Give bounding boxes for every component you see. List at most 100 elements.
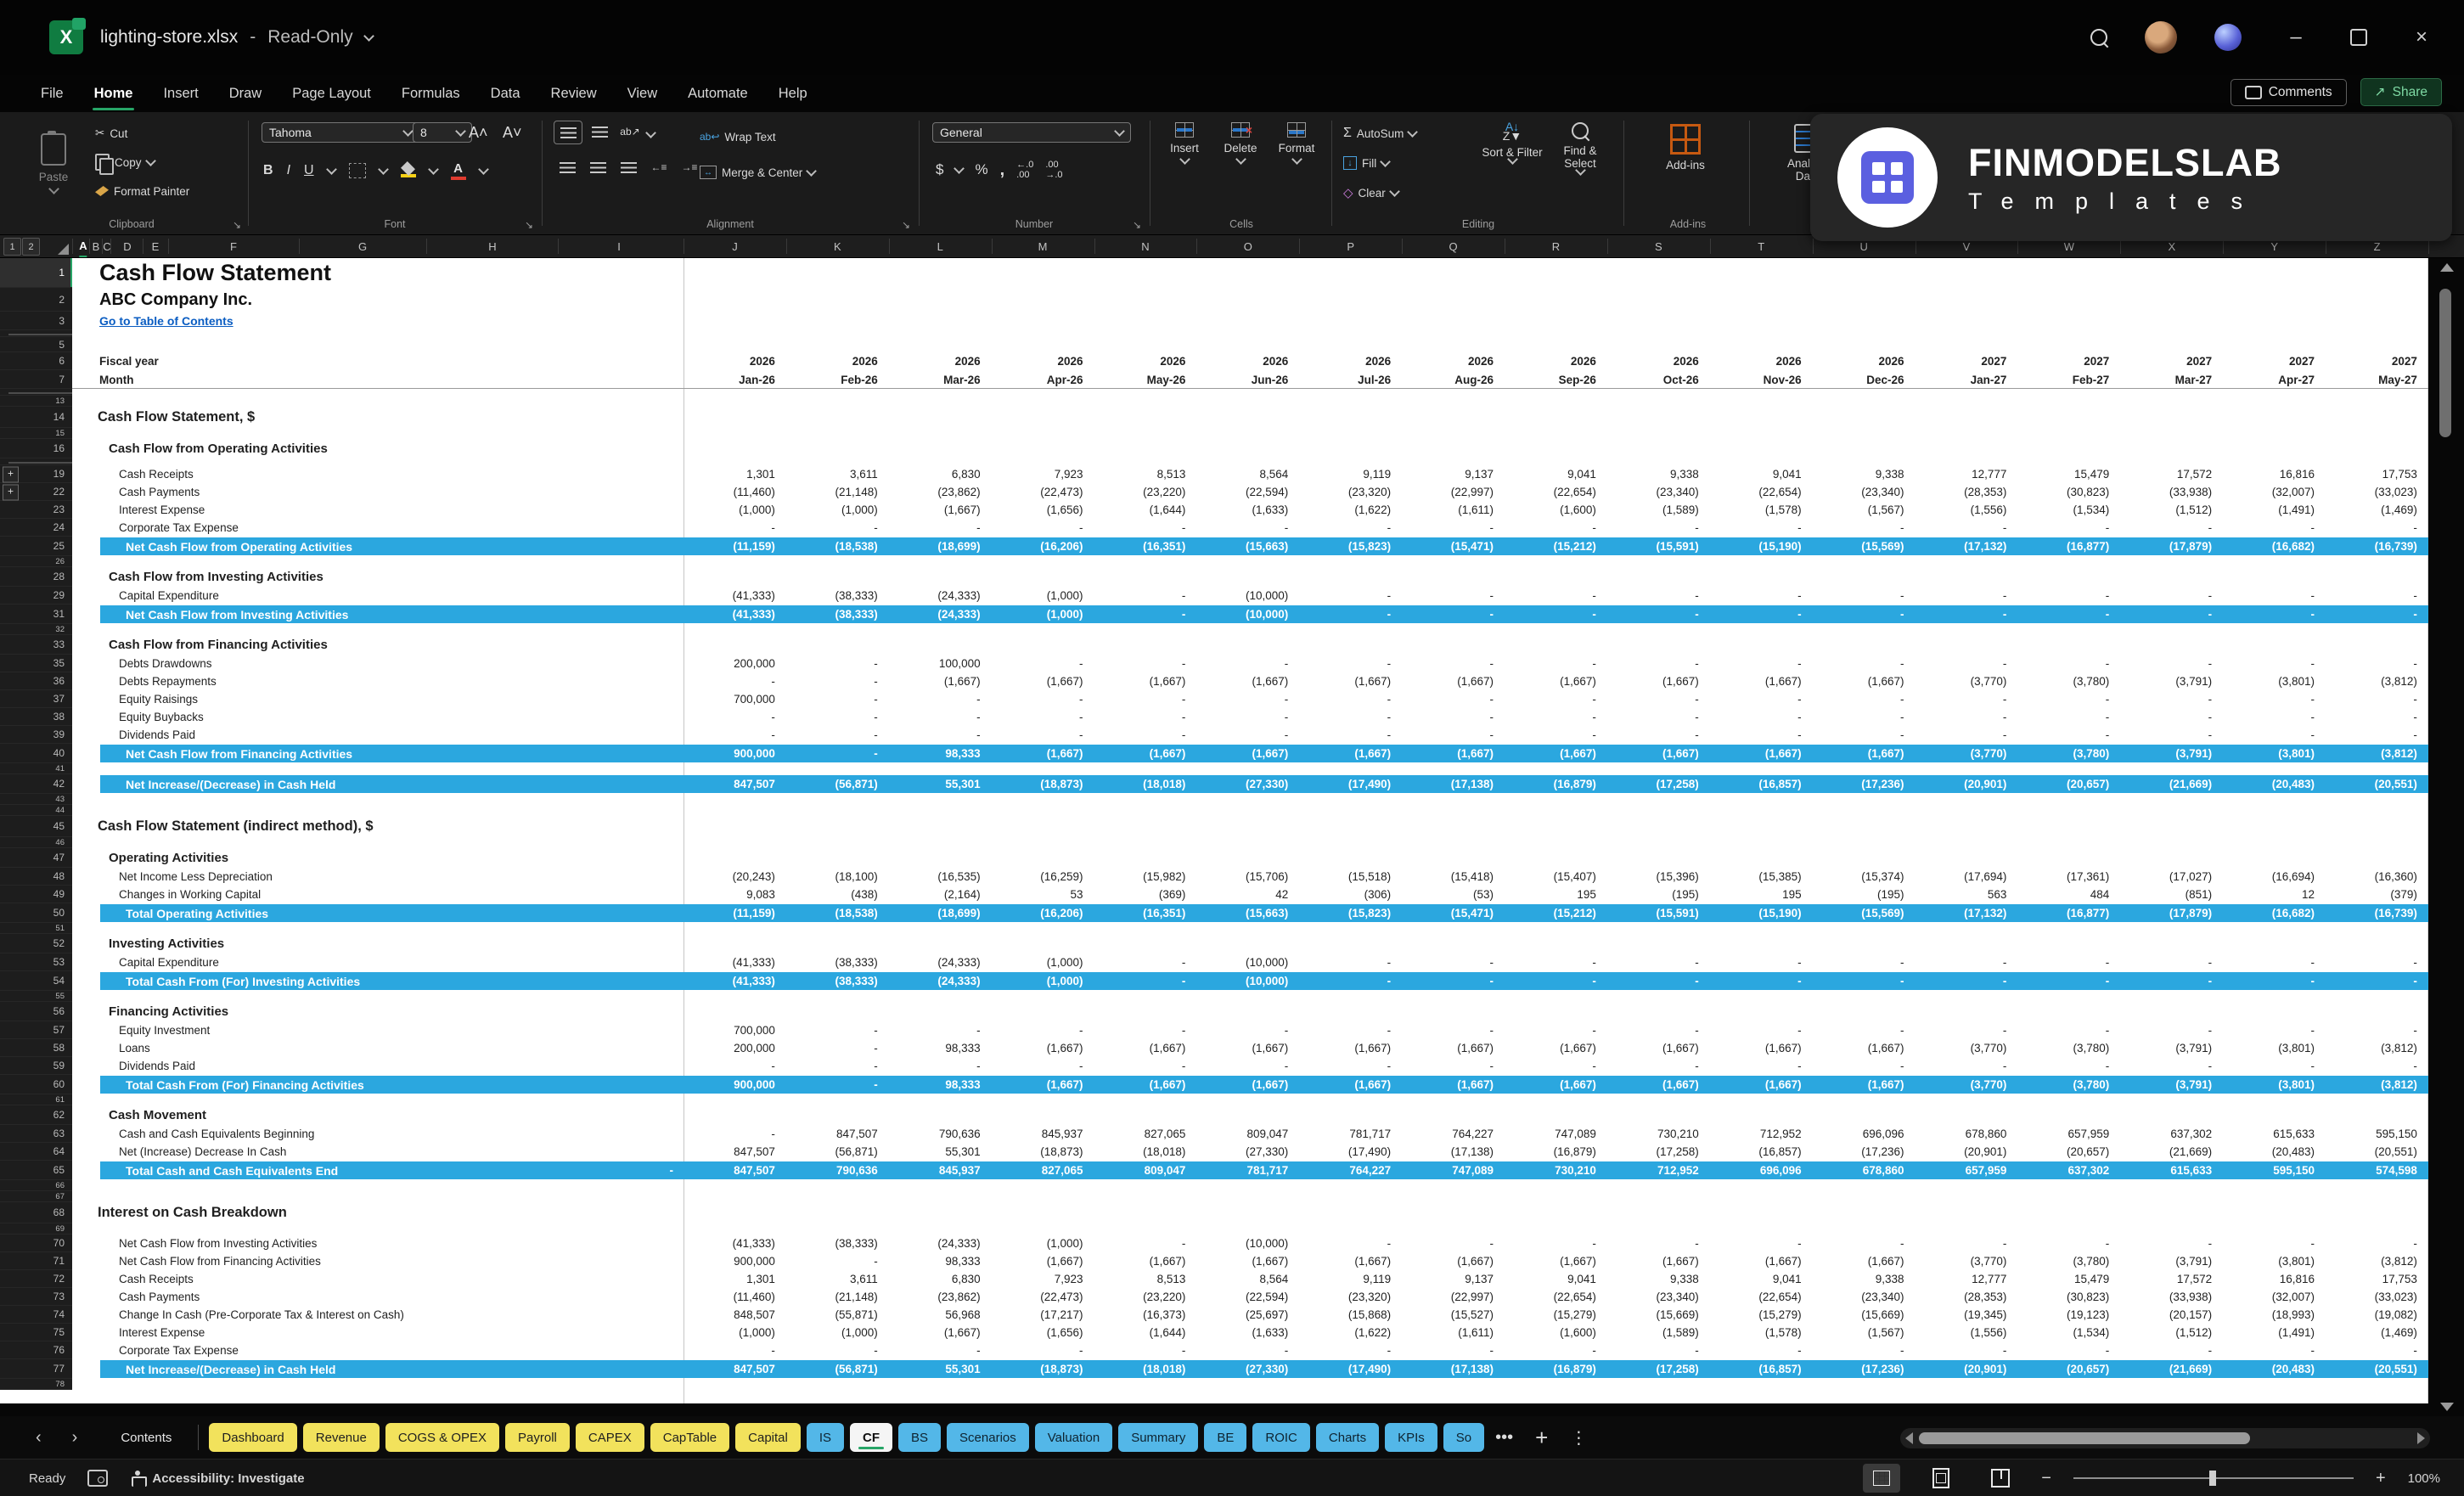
decrease-indent-button[interactable]: ←≡ bbox=[645, 156, 672, 178]
sheet-tab-bs[interactable]: BS bbox=[898, 1423, 941, 1452]
cell-value[interactable]: - bbox=[1710, 1341, 1813, 1359]
cell-value[interactable]: (1,611) bbox=[1402, 501, 1505, 519]
cell-value[interactable]: - bbox=[1505, 690, 1607, 708]
cell-value[interactable]: - bbox=[1710, 1057, 1813, 1075]
cell-value[interactable]: 2026 bbox=[1299, 352, 1402, 370]
cell-value[interactable]: 2026 bbox=[889, 352, 992, 370]
cell-value[interactable]: 900,000 bbox=[684, 1252, 786, 1270]
cell-value[interactable]: (1,667) bbox=[1813, 1252, 1916, 1270]
cell-value[interactable]: (1,600) bbox=[1505, 1324, 1607, 1341]
decrease-decimal-button[interactable]: .00→.0 bbox=[1045, 160, 1062, 180]
row-label[interactable]: Fiscal year bbox=[99, 352, 159, 370]
cell-value[interactable]: - bbox=[1505, 1057, 1607, 1075]
cell-value[interactable]: - bbox=[786, 672, 889, 690]
cell-value[interactable]: 9,137 bbox=[1402, 1270, 1505, 1288]
cell-value[interactable]: 781,717 bbox=[1299, 1125, 1402, 1143]
cell-value[interactable]: - bbox=[1607, 953, 1710, 971]
cell-value[interactable]: Aug-26 bbox=[1402, 370, 1505, 389]
cell-value[interactable]: - bbox=[1916, 1021, 2018, 1039]
cell-value[interactable]: (1,667) bbox=[1299, 672, 1402, 690]
cell-value[interactable]: - bbox=[1813, 726, 1916, 744]
cell-value[interactable]: (1,633) bbox=[1196, 501, 1299, 519]
sheet-tab-capital[interactable]: Capital bbox=[735, 1423, 801, 1452]
cell-value[interactable]: - bbox=[1710, 655, 1813, 672]
sheet-tab-valuation[interactable]: Valuation bbox=[1035, 1423, 1112, 1452]
cell-value[interactable]: (24,333) bbox=[889, 1234, 992, 1252]
cell-value[interactable]: 847,507 bbox=[684, 1161, 786, 1180]
cell-value[interactable]: 827,065 bbox=[992, 1161, 1094, 1180]
vertical-scroll-thumb[interactable] bbox=[2439, 289, 2451, 437]
zoom-in-button[interactable]: + bbox=[2376, 1469, 2386, 1488]
menu-tab-data[interactable]: Data bbox=[479, 79, 532, 109]
cell-value[interactable]: 809,047 bbox=[1094, 1161, 1197, 1180]
cell-value[interactable]: (11,460) bbox=[684, 1288, 786, 1306]
cell-value[interactable]: 700,000 bbox=[684, 1021, 786, 1039]
cell-value[interactable]: - bbox=[2326, 1234, 2428, 1252]
cell-value[interactable]: 484 bbox=[2017, 886, 2120, 903]
column-header-E[interactable]: E bbox=[152, 235, 160, 257]
cell-value[interactable]: (20,483) bbox=[2223, 774, 2326, 794]
cell-value[interactable]: (1,667) bbox=[1402, 1039, 1505, 1057]
cell-value[interactable]: (15,527) bbox=[1402, 1306, 1505, 1324]
cell-value[interactable]: (1,667) bbox=[889, 672, 992, 690]
cell-value[interactable]: - bbox=[2326, 726, 2428, 744]
find-select-button[interactable]: Find & Select bbox=[1549, 122, 1612, 174]
cell-value[interactable]: - bbox=[1505, 1021, 1607, 1039]
cell-value[interactable]: 7,923 bbox=[992, 465, 1094, 483]
row-header-44[interactable]: 44 bbox=[0, 805, 72, 816]
column-header-B[interactable]: B bbox=[93, 235, 100, 257]
row-header-45[interactable]: 45 bbox=[0, 816, 72, 837]
cell-value[interactable]: - bbox=[1299, 1057, 1402, 1075]
cell-value[interactable]: - bbox=[992, 1057, 1094, 1075]
cell-value[interactable]: (15,663) bbox=[1196, 537, 1299, 556]
cell-value[interactable]: - bbox=[1916, 605, 2018, 624]
cell-value[interactable]: (379) bbox=[2326, 886, 2428, 903]
cell-value[interactable]: (17,879) bbox=[2120, 537, 2223, 556]
cell-value[interactable]: - bbox=[2120, 971, 2223, 991]
cell-value[interactable]: - bbox=[992, 519, 1094, 537]
cell-value[interactable]: (1,667) bbox=[992, 744, 1094, 763]
cell-value[interactable]: - bbox=[2017, 708, 2120, 726]
cell-value[interactable]: 200,000 bbox=[684, 1039, 786, 1057]
cell-value[interactable]: 747,089 bbox=[1402, 1161, 1505, 1180]
cell-value[interactable]: (17,027) bbox=[2120, 868, 2223, 886]
row-header-3[interactable]: 3 bbox=[0, 312, 72, 330]
cell-value[interactable]: - bbox=[1094, 1234, 1197, 1252]
cell-value[interactable]: - bbox=[1402, 953, 1505, 971]
cell-value[interactable]: (1,512) bbox=[2120, 501, 2223, 519]
cell-value[interactable]: (11,159) bbox=[684, 903, 786, 923]
cell-value[interactable]: - bbox=[1402, 726, 1505, 744]
column-header-R[interactable]: R bbox=[1552, 235, 1560, 257]
row-header-5[interactable]: 5 bbox=[0, 337, 72, 352]
cell-value[interactable]: (3,812) bbox=[2326, 744, 2428, 763]
cell-value[interactable]: (15,591) bbox=[1607, 903, 1710, 923]
column-header-N[interactable]: N bbox=[1141, 235, 1149, 257]
cell-value[interactable]: - bbox=[2326, 1057, 2428, 1075]
cell-value[interactable]: (1,667) bbox=[992, 1075, 1094, 1094]
cell-value[interactable]: - bbox=[2223, 690, 2326, 708]
cell-value[interactable]: (1,667) bbox=[1094, 744, 1197, 763]
cell-value[interactable]: Jan-27 bbox=[1916, 370, 2018, 389]
cell-value[interactable]: - bbox=[1607, 605, 1710, 624]
cell-value[interactable]: - bbox=[1402, 690, 1505, 708]
cell-value[interactable]: (17,879) bbox=[2120, 903, 2223, 923]
column-header-K[interactable]: K bbox=[834, 235, 841, 257]
accessibility-status[interactable]: Accessibility: Investigate bbox=[130, 1471, 304, 1486]
row-label[interactable]: Cash Payments bbox=[119, 483, 200, 501]
cell-value[interactable]: 712,952 bbox=[1710, 1125, 1813, 1143]
cell-value[interactable]: - bbox=[2120, 953, 2223, 971]
cell-value[interactable]: (3,812) bbox=[2326, 1252, 2428, 1270]
row-header-35[interactable]: 35 bbox=[0, 655, 72, 672]
cell-value[interactable]: - bbox=[1813, 1021, 1916, 1039]
cell-value[interactable]: - bbox=[1607, 971, 1710, 991]
row-header-38[interactable]: 38 bbox=[0, 708, 72, 726]
cell-value[interactable]: (15,279) bbox=[1710, 1306, 1813, 1324]
row-header-47[interactable]: 47 bbox=[0, 848, 72, 868]
cell-value[interactable]: (1,667) bbox=[1505, 1039, 1607, 1057]
cell-value[interactable]: - bbox=[1710, 690, 1813, 708]
cell-value[interactable]: - bbox=[889, 708, 992, 726]
cell-value[interactable]: - bbox=[2326, 587, 2428, 605]
cell-value[interactable]: (10,000) bbox=[1196, 971, 1299, 991]
row-header-63[interactable]: 63 bbox=[0, 1125, 72, 1143]
fill-button[interactable]: ↓Fill bbox=[1343, 150, 1416, 176]
